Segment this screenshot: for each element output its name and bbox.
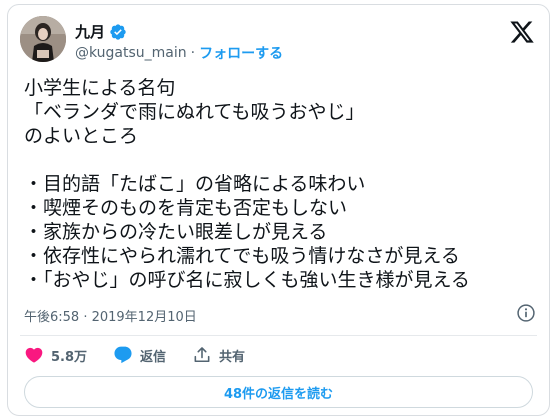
tweet-line: ・依存性にやられ濡れてでも吸う情けなさが見える <box>24 245 460 267</box>
like-button[interactable]: 5.8万 <box>24 345 87 365</box>
reply-label: 返信 <box>140 349 167 365</box>
info-icon[interactable] <box>516 303 536 323</box>
author-name[interactable]: 九月 <box>75 21 105 42</box>
follow-button[interactable]: フォローする <box>199 43 283 63</box>
tweet-card: 九月 @kugatsu_main · フォローする 小学生による名句 「ベランダ… <box>7 4 550 416</box>
tweet-line: ・「おやじ」の呼び名に寂しくも強い生き様が見える <box>24 269 470 291</box>
tweet-text: 小学生による名句 「ベランダで雨にぬれても吸うおやじ」 のよいところ ・目的語「… <box>24 76 539 292</box>
author-handle[interactable]: @kugatsu_main <box>75 45 187 61</box>
tweet-line: のよいところ <box>24 125 139 147</box>
reply-bubble-icon <box>114 346 132 364</box>
tweet-line: 「ベランダで雨にぬれても吸うおやじ」 <box>24 101 365 123</box>
like-count: 5.8万 <box>51 349 88 365</box>
x-logo-icon[interactable] <box>509 19 535 45</box>
tweet-line: ・喫煙そのものを肯定も否定もしない <box>24 197 348 219</box>
verified-badge-icon <box>110 23 126 40</box>
tweet-line: ・家族からの冷たい眼差しが見える <box>24 221 328 243</box>
share-label: 共有 <box>219 349 246 365</box>
share-icon <box>194 347 210 363</box>
avatar[interactable] <box>20 16 66 62</box>
tweet-line: 小学生による名句 <box>24 77 176 99</box>
tweet-timestamp[interactable]: 午後6:58 · 2019年12月10日 <box>24 306 197 325</box>
share-button[interactable]: 共有 <box>192 345 245 365</box>
tweet-line <box>24 148 539 172</box>
divider <box>20 335 537 336</box>
tweet-line: ・目的語「たばこ」の省略による味わい <box>24 173 366 195</box>
heart-icon <box>25 347 43 363</box>
reply-button[interactable]: 返信 <box>113 345 166 365</box>
read-replies-button[interactable]: 48件の返信を読む <box>24 376 533 408</box>
separator: · <box>190 45 196 61</box>
